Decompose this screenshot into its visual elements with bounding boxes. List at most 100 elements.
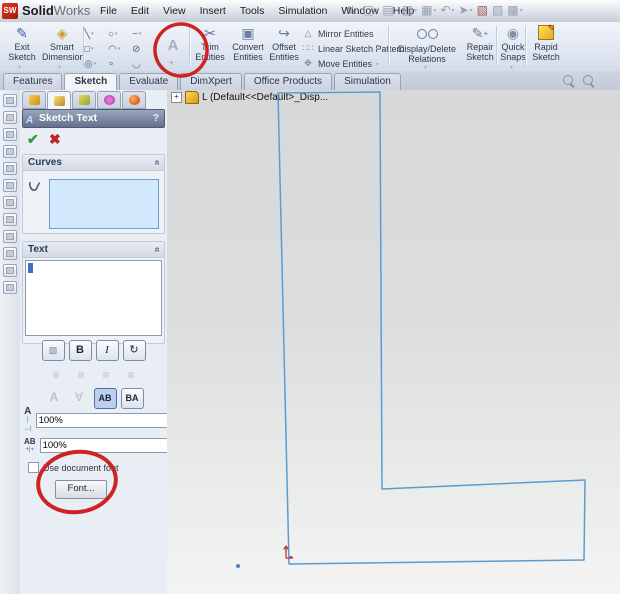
view-toolbar-icon[interactable] bbox=[3, 196, 17, 209]
menu-tools[interactable]: Tools bbox=[240, 5, 265, 17]
task-pane-icon[interactable]: ▩ ▾ bbox=[507, 3, 522, 17]
tab-features[interactable]: Features bbox=[3, 73, 63, 90]
collapse-chevron-icon[interactable]: « bbox=[150, 160, 165, 166]
view-toolbar-icon[interactable] bbox=[3, 247, 17, 260]
save-icon[interactable]: ▥ ▾ bbox=[402, 3, 417, 17]
curve-selection-box[interactable] bbox=[49, 179, 159, 229]
flip-vertical-icon[interactable]: A bbox=[44, 388, 65, 409]
options-icon[interactable]: ▨ bbox=[492, 3, 503, 17]
rectangle-tool-icon[interactable]: □ ▾ bbox=[84, 42, 108, 57]
dimxpert-manager-tab[interactable] bbox=[97, 91, 121, 109]
bold-button[interactable]: B bbox=[68, 340, 92, 361]
smart-dimension-caret-icon[interactable]: ▾ bbox=[58, 64, 61, 71]
tab-sketch[interactable]: Sketch bbox=[64, 73, 118, 90]
property-manager-panel: A Sketch Text ? ✔ ✖ Curves « Text « ▨ B … bbox=[20, 90, 187, 594]
tab-dimxpert[interactable]: DimXpert bbox=[180, 73, 242, 90]
line-tool-icon[interactable]: ╲ ▾ bbox=[84, 27, 108, 42]
point-plus-icon[interactable]: + bbox=[169, 58, 174, 67]
view-toolbar-icon[interactable] bbox=[3, 179, 17, 192]
view-toolbar-icon[interactable] bbox=[3, 94, 17, 107]
view-toolbar-icon[interactable] bbox=[3, 281, 17, 294]
link-to-property-button[interactable]: ▨ bbox=[41, 340, 65, 361]
tab-evaluate[interactable]: Evaluate bbox=[119, 73, 179, 90]
spacing-input[interactable] bbox=[39, 438, 178, 453]
text-group: Text « bbox=[22, 241, 165, 344]
sketch-point[interactable] bbox=[236, 564, 240, 568]
ellipse-tool-icon[interactable]: ⊘ bbox=[132, 42, 156, 57]
spline-tool-icon[interactable]: ~ ▾ bbox=[132, 27, 156, 42]
fillet-tool-icon[interactable]: ◡ bbox=[132, 57, 156, 72]
view-toolbar-icon[interactable] bbox=[3, 230, 17, 243]
view-toolbar-icon[interactable] bbox=[3, 145, 17, 158]
convert-entities-button[interactable]: ▣ Convert Entities bbox=[228, 25, 268, 62]
use-document-font-checkbox[interactable] bbox=[28, 462, 39, 473]
text-group-header[interactable]: Text « bbox=[23, 242, 164, 258]
zoom-box-icon[interactable] bbox=[583, 75, 593, 85]
open-icon[interactable]: ▤ ▾ bbox=[382, 3, 397, 17]
width-factor-input[interactable] bbox=[35, 413, 174, 428]
property-manager-tab[interactable] bbox=[47, 91, 71, 110]
rebuild-icon[interactable]: ▧ bbox=[477, 3, 488, 17]
quick-snaps-caret-icon[interactable]: ▾ bbox=[510, 64, 513, 71]
offset-entities-button[interactable]: ↪ Offset Entities bbox=[268, 25, 300, 62]
relations-caret-icon[interactable]: ▾ bbox=[424, 64, 427, 71]
sketch-outline[interactable] bbox=[277, 91, 586, 565]
smart-dimension-button[interactable]: ◈ Smart Dimension bbox=[42, 25, 85, 62]
exit-sketch-button[interactable]: ✎ Exit Sketch bbox=[4, 25, 40, 62]
slot-tool-icon[interactable]: ◎ ▾ bbox=[84, 57, 108, 72]
linear-pattern-caret-icon[interactable]: ▾ bbox=[376, 46, 379, 53]
rapid-sketch-button[interactable]: ✎ Rapid Sketch bbox=[528, 23, 564, 62]
text-direction-rtl-button[interactable]: BA bbox=[120, 388, 144, 409]
menu-simulation[interactable]: Simulation bbox=[278, 5, 327, 17]
flip-horizontal-icon[interactable]: ∀ bbox=[69, 388, 90, 409]
align-left-icon[interactable]: ≡ bbox=[46, 366, 67, 384]
exit-sketch-caret-icon[interactable]: ▾ bbox=[18, 64, 21, 71]
tab-office-products[interactable]: Office Products bbox=[243, 73, 333, 90]
align-center-icon[interactable]: ≡ bbox=[71, 366, 92, 384]
help-icon[interactable]: ? bbox=[153, 110, 159, 127]
text-input[interactable] bbox=[25, 260, 162, 336]
align-right-icon[interactable]: ≡ bbox=[96, 366, 117, 384]
smart-dimension-icon: ◈ bbox=[56, 25, 68, 41]
rotate-text-button[interactable]: ↻ bbox=[122, 340, 146, 361]
view-toolbar-icon[interactable] bbox=[3, 111, 17, 124]
tab-simulation[interactable]: Simulation bbox=[334, 73, 401, 90]
graphics-viewport[interactable]: + L (Default<<Default>_Disp... bbox=[167, 90, 620, 594]
configuration-manager-tab[interactable] bbox=[72, 91, 96, 109]
undo-icon[interactable]: ↶ ▾ bbox=[440, 3, 454, 17]
zoom-in-icon[interactable] bbox=[563, 75, 573, 85]
trim-entities-button[interactable]: ✂ Trim Entities bbox=[193, 25, 227, 62]
menu-file[interactable]: File bbox=[100, 5, 117, 17]
print-icon[interactable]: ▦ ▾ bbox=[421, 3, 436, 17]
repair-sketch-button[interactable]: ✎+ Repair Sketch bbox=[463, 25, 497, 62]
display-delete-relations-button[interactable]: Display/Delete Relations bbox=[392, 25, 462, 64]
view-toolbar-icon[interactable] bbox=[3, 162, 17, 175]
view-toolbar-icon[interactable] bbox=[3, 128, 17, 141]
ok-button[interactable]: ✔ bbox=[27, 131, 39, 148]
italic-button[interactable]: I bbox=[95, 340, 119, 361]
sketch-text-tool-icon[interactable]: A bbox=[161, 34, 185, 58]
sketch-canvas[interactable] bbox=[167, 90, 620, 594]
font-button[interactable]: Font... bbox=[55, 480, 107, 499]
menu-insert[interactable]: Insert bbox=[200, 5, 226, 17]
display-manager-tab[interactable] bbox=[122, 91, 146, 109]
curves-group-header[interactable]: Curves « bbox=[23, 155, 164, 171]
circle-tool-icon[interactable]: ○ ▾ bbox=[108, 27, 132, 42]
view-toolbar-icon[interactable] bbox=[3, 264, 17, 277]
solidworks-logo-icon: SW bbox=[2, 3, 18, 19]
menu-view[interactable]: View bbox=[163, 5, 186, 17]
cancel-button[interactable]: ✖ bbox=[49, 131, 61, 148]
feature-manager-tab[interactable] bbox=[22, 91, 46, 109]
move-entities-caret-icon[interactable]: ▾ bbox=[376, 61, 379, 68]
point-tool-icon[interactable]: ∘ bbox=[108, 57, 132, 72]
quick-snaps-button[interactable]: ◉ Quick Snaps bbox=[499, 25, 527, 62]
arc-tool-icon[interactable]: ◠ ▾ bbox=[108, 42, 132, 57]
collapse-chevron-icon[interactable]: « bbox=[150, 247, 165, 253]
text-direction-ltr-button[interactable]: AB bbox=[93, 388, 117, 409]
align-justify-icon[interactable]: ≡ bbox=[121, 366, 142, 384]
select-icon[interactable]: ➤ ▾ bbox=[459, 3, 473, 17]
view-toolbar-icon[interactable] bbox=[3, 213, 17, 226]
new-document-icon[interactable]: ▢ ▾ bbox=[363, 3, 378, 17]
offset-entities-icon: ↪ bbox=[278, 25, 290, 41]
menu-edit[interactable]: Edit bbox=[131, 5, 149, 17]
